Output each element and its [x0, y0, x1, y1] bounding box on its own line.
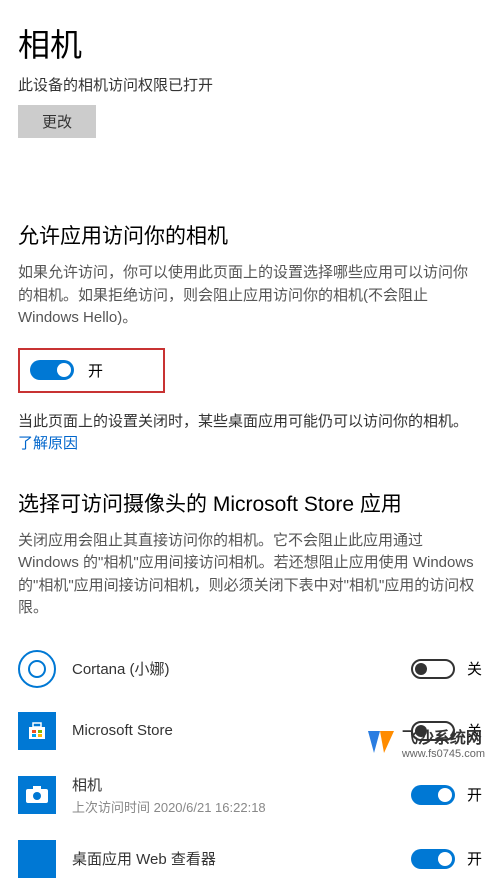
- desktop-apps-note: 当此页面上的设置关闭时，某些桌面应用可能仍可以访问你的相机。 了解原因: [18, 411, 482, 456]
- cortana-icon: [18, 650, 56, 688]
- app-name: 相机: [72, 774, 395, 795]
- watermark-brand: 飞沙系统网: [402, 724, 485, 748]
- watermark: 飞沙系统网 www.fs0745.com: [366, 724, 485, 760]
- app-name: 桌面应用 Web 查看器: [72, 848, 395, 869]
- learn-why-link[interactable]: 了解原因: [18, 435, 78, 452]
- app-row-cortana: Cortana (小娜) 关: [18, 638, 482, 700]
- app-last-access: 上次访问时间 2020/6/21 16:22:18: [72, 797, 395, 816]
- app-toggle-camera[interactable]: [411, 785, 455, 805]
- app-toggle-webviewer[interactable]: [411, 849, 455, 869]
- allow-apps-toggle[interactable]: [30, 360, 74, 380]
- allow-apps-toggle-label: 开: [88, 360, 103, 381]
- app-row-webviewer: 桌面应用 Web 查看器 开: [18, 828, 482, 890]
- page-title: 相机: [18, 20, 482, 66]
- change-button[interactable]: 更改: [18, 105, 96, 138]
- choose-apps-description: 关闭应用会阻止其直接访问你的相机。它不会阻止此应用通过 Windows 的"相机…: [18, 530, 482, 620]
- allow-apps-description: 如果允许访问，你可以使用此页面上的设置选择哪些应用可以访问你的相机。如果拒绝访问…: [18, 262, 482, 330]
- allow-apps-heading: 允许应用访问你的相机: [18, 220, 482, 250]
- watermark-url: www.fs0745.com: [402, 748, 485, 760]
- access-status-text: 此设备的相机访问权限已打开: [18, 74, 482, 95]
- app-toggle-cortana[interactable]: [411, 659, 455, 679]
- allow-apps-toggle-container: 开: [18, 348, 165, 393]
- choose-apps-heading: 选择可访问摄像头的 Microsoft Store 应用: [18, 488, 482, 518]
- app-name: Cortana (小娜): [72, 658, 395, 679]
- app-toggle-label: 关: [467, 658, 482, 679]
- webviewer-icon: [18, 840, 56, 878]
- camera-icon: [18, 776, 56, 814]
- app-row-camera: 相机 上次访问时间 2020/6/21 16:22:18 开: [18, 762, 482, 828]
- app-name: Microsoft Store: [72, 722, 395, 739]
- app-toggle-label: 开: [467, 784, 482, 805]
- app-toggle-label: 开: [467, 848, 482, 869]
- store-icon: [18, 712, 56, 750]
- watermark-logo-icon: [366, 727, 396, 757]
